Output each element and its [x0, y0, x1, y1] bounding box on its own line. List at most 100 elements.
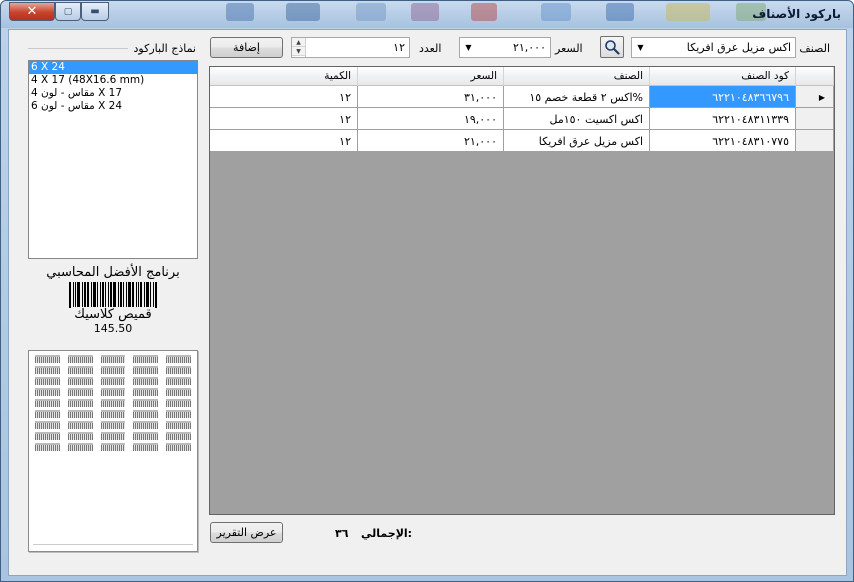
cell-name[interactable]: اكس اكسيت ١٥٠مل — [504, 108, 650, 130]
items-grid[interactable]: كود الصنف الصنف السعر الكمية ▶ ٦٢٢١٠٤٨٣٦… — [209, 66, 835, 515]
barcode-bar — [99, 282, 101, 308]
item-combobox-value: اكس مزيل عرق افريكا — [686, 41, 791, 54]
cell-price[interactable]: ١٩,٠٠٠ — [358, 108, 504, 130]
cell-name[interactable]: اكس ٢ قطعة خصم ١٥% — [504, 86, 650, 108]
column-header-price[interactable]: السعر — [358, 67, 504, 86]
page-preview-footer — [33, 544, 193, 546]
search-button[interactable] — [600, 36, 624, 58]
page-preview-label — [166, 399, 191, 407]
close-button[interactable]: ✕ — [9, 2, 55, 21]
column-header-code[interactable]: كود الصنف — [650, 67, 796, 86]
barcode-bar — [83, 282, 86, 308]
cell-price[interactable]: ٣١,٠٠٠ — [358, 86, 504, 108]
barcode-bar — [86, 282, 89, 308]
page-preview-label — [35, 355, 60, 363]
page-preview-label — [133, 421, 159, 429]
template-item[interactable]: مقاس - لون 4 X 17 — [29, 87, 197, 100]
barcode-bar — [117, 282, 119, 308]
page-preview-label — [166, 443, 191, 451]
page-preview-label — [133, 388, 159, 396]
maximize-button[interactable]: ▢ — [55, 2, 81, 21]
chevron-down-icon[interactable]: ▼ — [632, 38, 649, 57]
templates-label: نماذج الباركود — [133, 42, 196, 55]
barcode-bar — [149, 282, 151, 308]
cell-quantity[interactable]: ١٢ — [210, 108, 358, 130]
page-preview-label — [100, 388, 126, 396]
page-preview-label — [35, 432, 60, 440]
label-price: 145.50 — [93, 322, 133, 335]
table-row[interactable]: ٦٢٢١٠٤٨٣١١٣٣٩ اكس اكسيت ١٥٠مل ١٩,٠٠٠ ١٢ — [210, 108, 834, 130]
page-preview-label — [67, 366, 93, 374]
total-label: الإجمالي: — [361, 527, 413, 540]
item-combobox[interactable]: اكس مزيل عرق افريكا ▼ — [631, 37, 796, 58]
cell-code[interactable]: ٦٢٢١٠٤٨٣١١٣٣٩ — [650, 108, 796, 130]
page-preview-label — [166, 377, 191, 385]
page-preview-label — [35, 443, 60, 451]
chevron-down-icon[interactable]: ▼ — [460, 38, 477, 57]
cell-quantity[interactable]: ١٢ — [210, 86, 358, 108]
label-company-name: برنامج الأفضل المحاسبي — [46, 265, 180, 280]
cell-price[interactable]: ٢١,٠٠٠ — [358, 130, 504, 152]
barcode-bar — [72, 282, 74, 308]
cell-quantity[interactable]: ١٢ — [210, 130, 358, 152]
price-combobox[interactable]: ٢١,٠٠٠ ▼ — [459, 37, 551, 58]
show-report-button[interactable]: عرض التقرير — [210, 522, 283, 543]
page-preview-label — [67, 443, 93, 451]
cell-name[interactable]: اكس مزيل عرق افريكا — [504, 130, 650, 152]
count-stepper[interactable]: ١٢ ▲ ▼ — [291, 37, 410, 58]
search-icon — [605, 40, 620, 55]
grid-header: كود الصنف الصنف السعر الكمية — [210, 67, 834, 86]
barcode-bar — [92, 282, 96, 308]
cell-code[interactable]: ٦٢٢١٠٤٨٣٦٦٧٩٦ — [650, 86, 796, 108]
barcode-bar — [112, 282, 116, 308]
row-selector[interactable] — [796, 108, 834, 130]
barcode-bar — [96, 282, 98, 308]
spin-down-icon[interactable]: ▼ — [292, 47, 305, 56]
page-preview-label — [133, 443, 159, 451]
table-row[interactable]: ▶ ٦٢٢١٠٤٨٣٦٦٧٩٦ اكس ٢ قطعة خصم ١٥% ٣١,٠٠… — [210, 86, 834, 108]
page-preview-label — [133, 399, 159, 407]
barcode-bar — [107, 282, 109, 308]
page-preview-label — [166, 388, 191, 396]
barcode-bar — [143, 282, 145, 308]
template-item[interactable]: 6 X 24 — [29, 61, 197, 74]
page-preview-label — [166, 432, 191, 440]
label-preview: برنامج الأفضل المحاسبي قميص كلاسيك 145.5… — [28, 263, 198, 343]
page-preview-label — [35, 399, 60, 407]
page-preview-label — [35, 377, 60, 385]
row-selector[interactable] — [796, 130, 834, 152]
row-selector[interactable]: ▶ — [796, 86, 834, 108]
page-preview-label — [67, 399, 93, 407]
add-button[interactable]: إضافة — [210, 37, 283, 58]
item-label: الصنف — [799, 42, 830, 55]
page-preview-label — [100, 355, 126, 363]
barcode-bar — [74, 282, 76, 308]
title-bar: باركود الأصناف ✕ ▢ ▬ — [1, 1, 853, 28]
barcode-bar — [135, 282, 137, 308]
barcode-bar — [154, 282, 157, 308]
page-preview-label — [100, 399, 126, 407]
templates-list[interactable]: 6 X 24 4 X 17 (48X16.6 mm) مقاس - لون 4 … — [28, 60, 198, 259]
template-item[interactable]: مقاس - لون 6 X 24 — [29, 100, 197, 113]
spin-up-icon[interactable]: ▲ — [292, 38, 305, 47]
page-preview-label — [100, 366, 126, 374]
minimize-button[interactable]: ▬ — [81, 2, 109, 21]
page-preview-label — [166, 410, 191, 418]
column-header-name[interactable]: الصنف — [504, 67, 650, 86]
barcode-bar — [145, 282, 149, 308]
page-preview-label — [133, 432, 159, 440]
page-preview-label — [67, 421, 93, 429]
page-preview-label — [100, 377, 126, 385]
column-header-quantity[interactable]: الكمية — [210, 67, 358, 86]
page-preview-label — [67, 410, 93, 418]
count-value: ١٢ — [393, 41, 405, 54]
page-preview-label — [100, 432, 126, 440]
label-item-name: قميص كلاسيك — [72, 307, 154, 322]
page-preview-label — [133, 377, 159, 385]
table-row[interactable]: ٦٢٢١٠٤٨٣١٠٧٧٥ اكس مزيل عرق افريكا ٢١,٠٠٠… — [210, 130, 834, 152]
page-preview-labels — [35, 355, 191, 451]
page-preview-label — [166, 421, 191, 429]
template-item[interactable]: 4 X 17 (48X16.6 mm) — [29, 74, 197, 87]
cell-code[interactable]: ٦٢٢١٠٤٨٣١٠٧٧٥ — [650, 130, 796, 152]
barcode-bar — [81, 282, 83, 308]
